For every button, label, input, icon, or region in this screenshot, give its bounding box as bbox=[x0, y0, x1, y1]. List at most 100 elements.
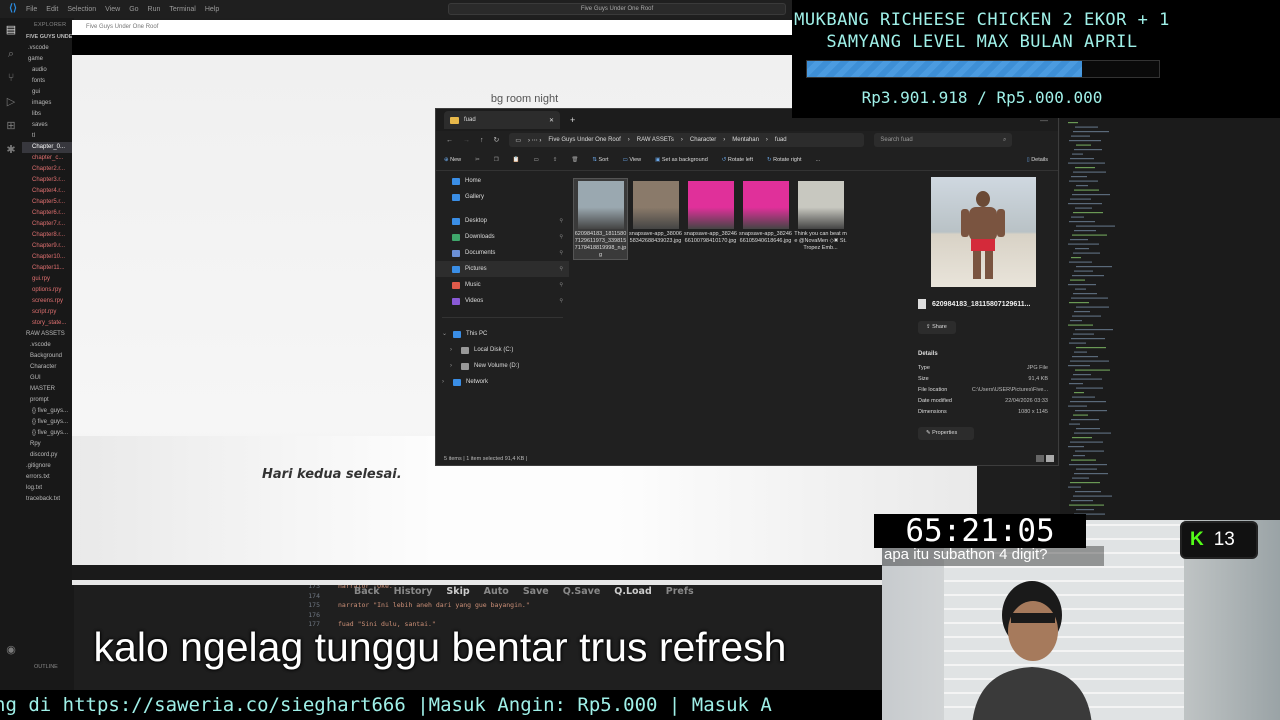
toolbar-details[interactable]: ▯ Details bbox=[1027, 157, 1048, 163]
tree-item[interactable]: Chapter5.r... bbox=[22, 197, 74, 208]
breadcrumb-item[interactable]: RAW ASSETs bbox=[637, 137, 674, 143]
pin-icon[interactable]: ⚲ bbox=[559, 245, 563, 261]
breadcrumb-item[interactable]: Mentahan bbox=[732, 137, 759, 143]
copy-icon[interactable]: ❐ bbox=[494, 157, 499, 163]
share-button[interactable]: ⇪ Share bbox=[918, 321, 956, 334]
tree-item[interactable]: Chapter6.r... bbox=[22, 208, 74, 219]
tree-item[interactable]: Chapter7.r... bbox=[22, 219, 74, 230]
nav-item-desktop[interactable]: Desktop ⚲ bbox=[436, 213, 569, 229]
tree-item[interactable]: prompt bbox=[22, 395, 74, 406]
toolbar-new[interactable]: ⊕ New bbox=[444, 157, 461, 163]
run-debug-icon[interactable]: ▷ bbox=[0, 90, 22, 114]
tree-item[interactable]: log.txt bbox=[22, 483, 74, 494]
nav-item-local-disk-c-[interactable]: › Local Disk (C:) bbox=[436, 342, 569, 358]
pin-icon[interactable]: ⚲ bbox=[559, 277, 563, 293]
explorer-icon[interactable]: ▤ bbox=[0, 18, 22, 42]
tree-item[interactable]: {} five_guys... bbox=[22, 406, 74, 417]
nav-item-documents[interactable]: Documents ⚲ bbox=[436, 245, 569, 261]
toolbar-rotate-left[interactable]: ↺ Rotate left bbox=[722, 157, 753, 163]
tree-item[interactable]: {} five_guys... bbox=[22, 428, 74, 439]
rename-icon[interactable]: ▭ bbox=[534, 157, 539, 163]
file-item[interactable]: snapsave-app_3824666100798410170.jpg bbox=[684, 179, 737, 245]
explorer-root[interactable]: FIVE GUYS UNDE... bbox=[22, 32, 74, 43]
tree-item[interactable]: errors.txt bbox=[22, 472, 74, 483]
tree-item[interactable]: Chapter3.r... bbox=[22, 175, 74, 186]
menu-item-selection[interactable]: Selection bbox=[67, 6, 96, 13]
quick-menu-q-save[interactable]: Q.Save bbox=[563, 586, 601, 597]
chevron-right-icon[interactable]: › bbox=[450, 342, 456, 358]
nav-item-home[interactable]: Home bbox=[436, 173, 569, 189]
tree-item[interactable]: {} five_guys... bbox=[22, 417, 74, 428]
new-tab-icon[interactable]: + bbox=[570, 115, 575, 125]
tree-item[interactable]: story_state... bbox=[22, 318, 74, 329]
quick-menu-q-load[interactable]: Q.Load bbox=[614, 586, 651, 597]
delete-icon[interactable]: 🗑 bbox=[571, 157, 578, 163]
back-arrow-icon[interactable]: ← bbox=[446, 137, 453, 144]
fe-tab[interactable]: fuad ✕ bbox=[444, 111, 560, 129]
tree-item[interactable]: fonts bbox=[22, 76, 74, 87]
tree-item[interactable]: tl bbox=[22, 131, 74, 142]
menu-item-view[interactable]: View bbox=[105, 6, 120, 13]
tree-item[interactable]: .vscode bbox=[22, 43, 74, 54]
tree-item[interactable]: Chapter4.r... bbox=[22, 186, 74, 197]
toolbar-set-as-background[interactable]: ▣ Set as background bbox=[655, 157, 708, 163]
search-input[interactable]: Search fuad ⌕ bbox=[874, 133, 1013, 147]
tree-item[interactable]: game bbox=[22, 54, 74, 65]
chevron-right-icon[interactable]: › bbox=[450, 358, 456, 374]
tree-item[interactable]: Background bbox=[22, 351, 74, 362]
tree-item[interactable]: chapter_c... bbox=[22, 153, 74, 164]
tree-item[interactable]: discord.py bbox=[22, 450, 74, 461]
tree-item[interactable]: options.rpy bbox=[22, 285, 74, 296]
toolbar-sort[interactable]: ⇅ Sort bbox=[592, 157, 608, 163]
pin-icon[interactable]: ⚲ bbox=[559, 261, 563, 277]
quick-menu-prefs[interactable]: Prefs bbox=[666, 586, 694, 597]
details-view-icon[interactable] bbox=[1036, 455, 1044, 462]
tree-item[interactable]: Chapter11... bbox=[22, 263, 74, 274]
tree-item[interactable]: gui bbox=[22, 87, 74, 98]
tree-item[interactable]: Chapter_0... bbox=[22, 142, 74, 153]
search-icon[interactable]: ⌕ bbox=[0, 42, 22, 66]
tree-item[interactable]: saves bbox=[22, 120, 74, 131]
tree-item[interactable]: Rpy bbox=[22, 439, 74, 450]
nav-item-network[interactable]: › Network bbox=[436, 374, 569, 390]
tree-item[interactable]: MASTER bbox=[22, 384, 74, 395]
file-item[interactable]: 620984183_18115807129611973_339815717841… bbox=[573, 178, 628, 260]
nav-item-new-volume-d-[interactable]: › New Volume (D:) bbox=[436, 358, 569, 374]
breadcrumb-overflow-icon[interactable]: › ⋯ › bbox=[528, 137, 541, 144]
tiles-view-icon[interactable] bbox=[1046, 455, 1054, 462]
menu-item-run[interactable]: Run bbox=[148, 6, 161, 13]
tree-item[interactable]: screens.rpy bbox=[22, 296, 74, 307]
tree-item[interactable]: RAW ASSETS bbox=[22, 329, 74, 340]
tree-item[interactable]: audio bbox=[22, 65, 74, 76]
tree-item[interactable]: Character bbox=[22, 362, 74, 373]
breadcrumb-item[interactable]: Five Guys Under One Roof bbox=[548, 137, 620, 143]
file-item[interactable]: snapsave-app_3800658342688439023.jpg bbox=[629, 179, 682, 245]
tree-item[interactable]: Chapter9.r... bbox=[22, 241, 74, 252]
tree-item[interactable]: libs bbox=[22, 109, 74, 120]
quick-menu-auto[interactable]: Auto bbox=[484, 586, 509, 597]
nav-item-pictures[interactable]: Pictures ⚲ bbox=[436, 261, 569, 277]
menu-item-go[interactable]: Go bbox=[129, 6, 138, 13]
nav-item-downloads[interactable]: Downloads ⚲ bbox=[436, 229, 569, 245]
properties-button[interactable]: ✎ Properties bbox=[918, 427, 974, 440]
tree-item[interactable]: gui.rpy bbox=[22, 274, 74, 285]
source-control-icon[interactable]: ⑂ bbox=[0, 66, 22, 90]
nav-item-this-pc[interactable]: ⌄ This PC bbox=[436, 326, 569, 342]
chevron-right-icon[interactable]: › bbox=[442, 374, 448, 390]
file-item[interactable]: snapsave-app_3824666105940618646.jpg bbox=[739, 179, 792, 245]
nav-item-gallery[interactable]: Gallery bbox=[436, 189, 569, 205]
nav-item-videos[interactable]: Videos ⚲ bbox=[436, 293, 569, 309]
nav-item-music[interactable]: Music ⚲ bbox=[436, 277, 569, 293]
forward-arrow-icon[interactable]: → bbox=[463, 137, 470, 144]
file-item[interactable]: Think you can beat me @NovaMen ◇✖ St. Tr… bbox=[794, 179, 847, 252]
tree-item[interactable]: GUI bbox=[22, 373, 74, 384]
close-tab-icon[interactable]: ✕ bbox=[549, 117, 554, 124]
refresh-icon[interactable]: ↻ bbox=[494, 136, 500, 144]
tree-item[interactable]: Chapter8.r... bbox=[22, 230, 74, 241]
extensions-icon[interactable]: ⊞ bbox=[0, 114, 22, 138]
share-icon[interactable]: ⇪ bbox=[553, 157, 558, 163]
menu-item-file[interactable]: File bbox=[26, 6, 37, 13]
command-center[interactable]: Five Guys Under One Roof bbox=[448, 3, 786, 15]
quick-menu-back[interactable]: Back bbox=[354, 586, 380, 597]
chevron-down-icon[interactable]: ⌄ bbox=[442, 326, 448, 342]
